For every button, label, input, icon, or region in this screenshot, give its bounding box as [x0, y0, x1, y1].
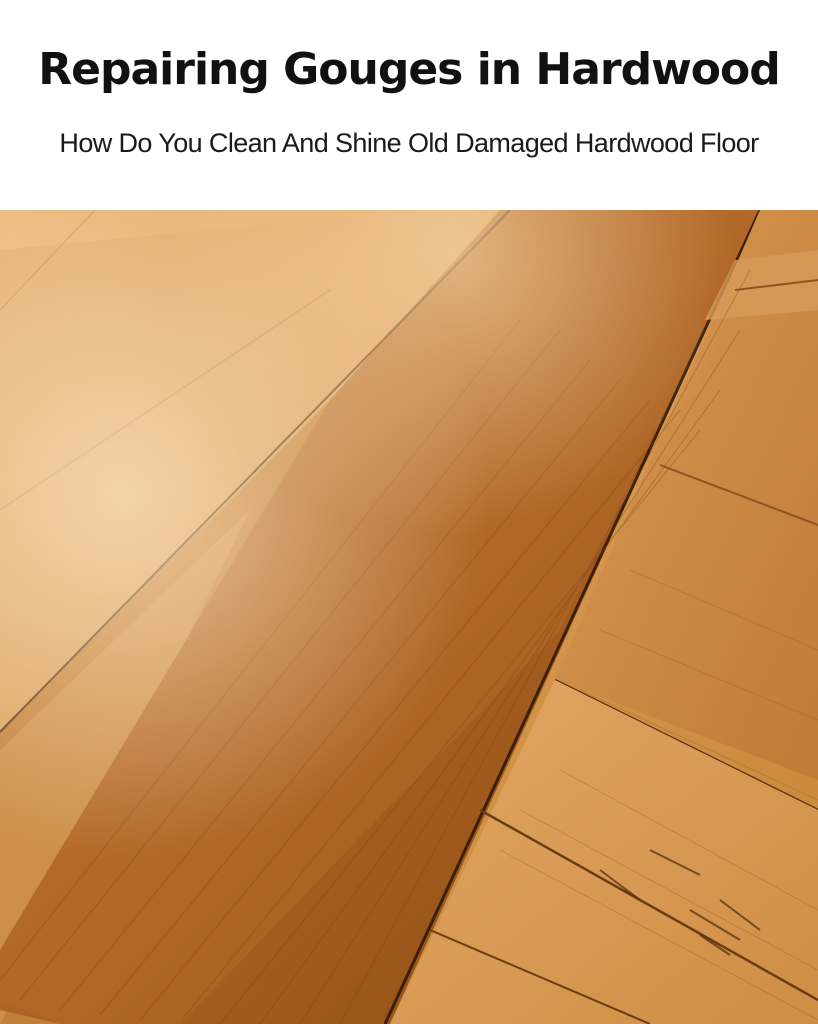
- hardwood-floor-photo: [0, 210, 818, 1024]
- header: Repairing Gouges in Hardwood How Do You …: [0, 0, 818, 210]
- hardwood-floor-image: [0, 210, 818, 1024]
- page: Repairing Gouges in Hardwood How Do You …: [0, 0, 818, 1024]
- page-subtitle: How Do You Clean And Shine Old Damaged H…: [59, 128, 759, 158]
- page-title: Repairing Gouges in Hardwood: [38, 44, 780, 95]
